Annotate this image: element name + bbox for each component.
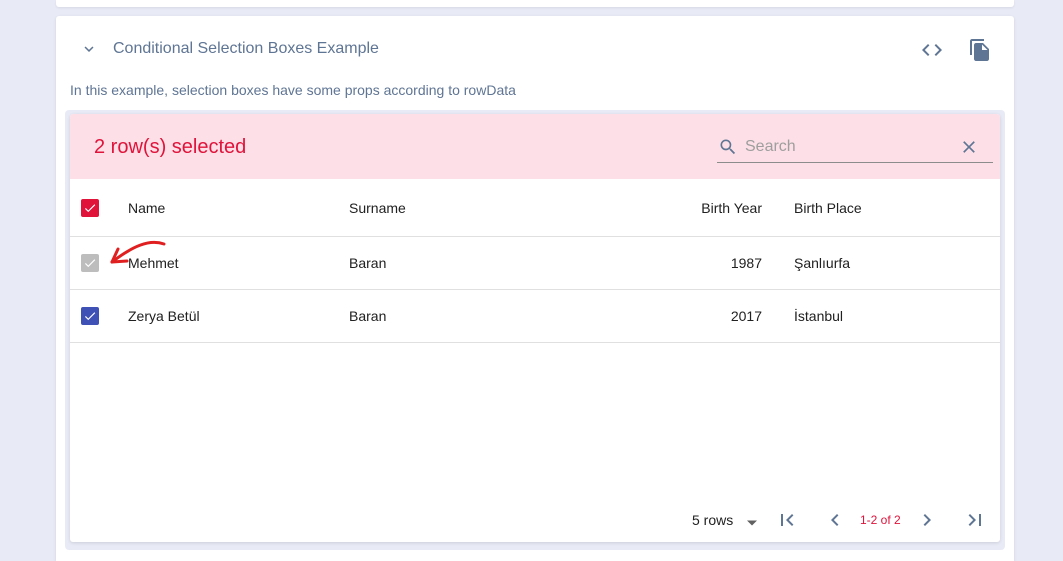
cell-birth-year: 2017 [730, 308, 762, 324]
card-description: In this example, selection boxes have so… [70, 82, 516, 98]
page-range: 1-2 of 2 [860, 513, 901, 527]
cell-surname: Baran [349, 308, 387, 324]
table-header-row: Name Surname Birth Year Birth Place [70, 179, 1000, 237]
cell-birth-place: İstanbul [794, 308, 844, 324]
column-header-surname[interactable]: Surname [349, 179, 406, 236]
selection-toolbar: 2 row(s) selected [70, 114, 1000, 179]
clear-icon[interactable] [959, 137, 979, 157]
row-select-cell [81, 290, 101, 342]
row-checkbox-disabled [81, 254, 99, 272]
cell-name: Mehmet [128, 255, 179, 271]
last-page-icon[interactable] [963, 508, 987, 532]
search-icon [718, 137, 738, 157]
search-field [717, 132, 993, 163]
pagination-bar: 5 rows 1-2 of 2 [70, 499, 1000, 542]
cell-name: Zerya Betül [128, 308, 200, 324]
code-icon[interactable] [920, 38, 944, 62]
selected-count: 2 row(s) selected [94, 136, 247, 158]
table-row[interactable]: Mehmet Baran 1987 Şanlıurfa [70, 237, 1000, 290]
select-all-cell [81, 179, 101, 236]
copy-icon[interactable] [968, 38, 992, 62]
data-table: 2 row(s) selected Name [70, 114, 1000, 542]
column-header-birth-year[interactable]: Birth Year [630, 179, 762, 236]
column-header-name[interactable]: Name [128, 179, 165, 236]
first-page-icon[interactable] [775, 508, 799, 532]
row-checkbox[interactable] [81, 307, 99, 325]
column-header-birth-place[interactable]: Birth Place [794, 179, 862, 236]
chevron-down-icon[interactable] [80, 40, 98, 58]
example-card: Conditional Selection Boxes Example In t… [56, 16, 1014, 561]
cell-birth-year: 1987 [730, 255, 762, 271]
previous-card [56, 0, 1014, 7]
card-title: Conditional Selection Boxes Example [113, 40, 379, 57]
cell-birth-place: Şanlıurfa [794, 255, 851, 271]
rows-per-page-select[interactable]: 5 rows [692, 509, 758, 531]
next-page-icon[interactable] [915, 508, 939, 532]
search-input[interactable] [745, 134, 955, 160]
table-row[interactable]: Zerya Betül Baran 2017 İstanbul [70, 290, 1000, 343]
rows-per-page-value: 5 rows [692, 512, 734, 528]
select-all-checkbox[interactable] [81, 198, 99, 217]
row-select-cell [81, 237, 101, 289]
caret-down-icon [747, 515, 758, 526]
card-header: Conditional Selection Boxes Example [56, 16, 1014, 80]
table-container: 2 row(s) selected Name [65, 110, 1005, 550]
previous-page-icon[interactable] [823, 508, 847, 532]
cell-surname: Baran [349, 255, 387, 271]
